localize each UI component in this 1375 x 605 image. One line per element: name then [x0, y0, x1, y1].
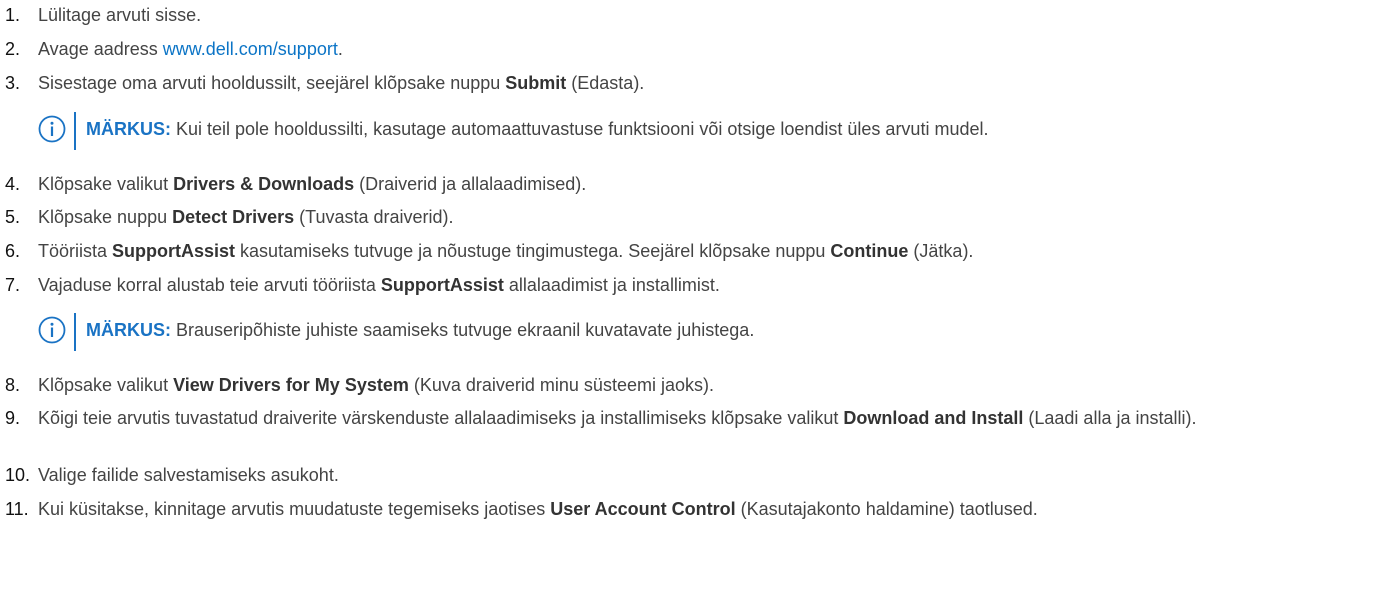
step-text: Sisestage oma arvuti hooldussilt, seejär… — [38, 73, 506, 93]
step-4: 4. Klõpsake valikut Drivers & Downloads … — [5, 174, 587, 194]
step-number: 8. — [5, 375, 21, 395]
ui-term: Submit — [505, 73, 567, 93]
note-divider — [74, 112, 76, 150]
step-7: 7. Vajaduse korral alustab teie arvuti t… — [5, 275, 720, 295]
ui-term: SupportAssist — [380, 275, 504, 295]
note-text: Kui teil pole hooldussilti, kasutage aut… — [171, 119, 989, 139]
step-number: 5. — [5, 207, 21, 227]
step-10: 10. Valige failide salvestamiseks asukoh… — [0, 464, 1370, 487]
step-9: 9. Kõigi teie arvutis tuvastatud draiver… — [5, 408, 1197, 428]
step-3: 3. Sisestage oma arvuti hooldussilt, see… — [5, 73, 645, 93]
step-text: Tööriista — [38, 241, 113, 261]
note-label: MÄRKUS: — [86, 320, 171, 340]
instructions-document: 1. Lülitage arvuti sisse. 2. Avage aadre… — [0, 0, 1375, 605]
ui-term: Detect Drivers — [172, 207, 295, 227]
info-circle-icon — [38, 316, 66, 344]
step-number: 6. — [5, 241, 21, 261]
step-11: 11. Kui küsitakse, kinnitage arvutis muu… — [5, 499, 1038, 519]
step-number: 11. — [5, 499, 29, 519]
step-text: Klõpsake valikut — [38, 375, 174, 395]
step-5: 5. Klõpsake nuppu Detect Drivers (Tuvast… — [5, 207, 454, 227]
ui-term: Download and Install — [843, 408, 1024, 428]
step-8: 8. Klõpsake valikut View Drivers for My … — [5, 375, 714, 395]
step-text: Klõpsake valikut — [38, 174, 174, 194]
step-text: Kõigi teie arvutis tuvastatud draiverite… — [38, 408, 844, 428]
step-text: Valige failide salvestamiseks asukoht. — [38, 465, 339, 485]
step-number: 7. — [5, 275, 21, 295]
ui-term: Drivers & Downloads — [173, 174, 355, 194]
note-label: MÄRKUS: — [86, 119, 171, 139]
step-number: 9. — [5, 408, 21, 428]
step-number: 10. — [5, 465, 31, 485]
info-circle-icon — [38, 115, 66, 143]
step-number: 3. — [5, 73, 21, 93]
ui-term: View Drivers for My System — [173, 375, 409, 395]
step-1: 1. Lülitage arvuti sisse. — [0, 4, 1370, 27]
note-divider — [74, 313, 76, 351]
step-number: 2. — [5, 39, 21, 59]
step-text: Vajaduse korral alustab teie arvuti töör… — [38, 275, 381, 295]
ui-term: Continue — [830, 241, 909, 261]
step-6: 6. Tööriista SupportAssist kasutamiseks … — [5, 241, 974, 261]
dell-support-link[interactable]: www.dell.com/support — [163, 39, 338, 59]
step-number: 1. — [5, 5, 21, 25]
step-text: Klõpsake nuppu — [38, 207, 173, 227]
step-text: Avage aadress — [38, 39, 163, 59]
step-text: Lülitage arvuti sisse. — [38, 5, 202, 25]
step-text: Kui küsitakse, kinnitage arvutis muudatu… — [38, 499, 551, 519]
note-text: Brauseripõhiste juhiste saamiseks tutvug… — [171, 320, 755, 340]
ui-term: SupportAssist — [112, 241, 236, 261]
ui-term: User Account Control — [550, 499, 736, 519]
step-number: 4. — [5, 174, 21, 194]
step-2: 2. Avage aadress www.dell.com/support. — [5, 39, 343, 59]
